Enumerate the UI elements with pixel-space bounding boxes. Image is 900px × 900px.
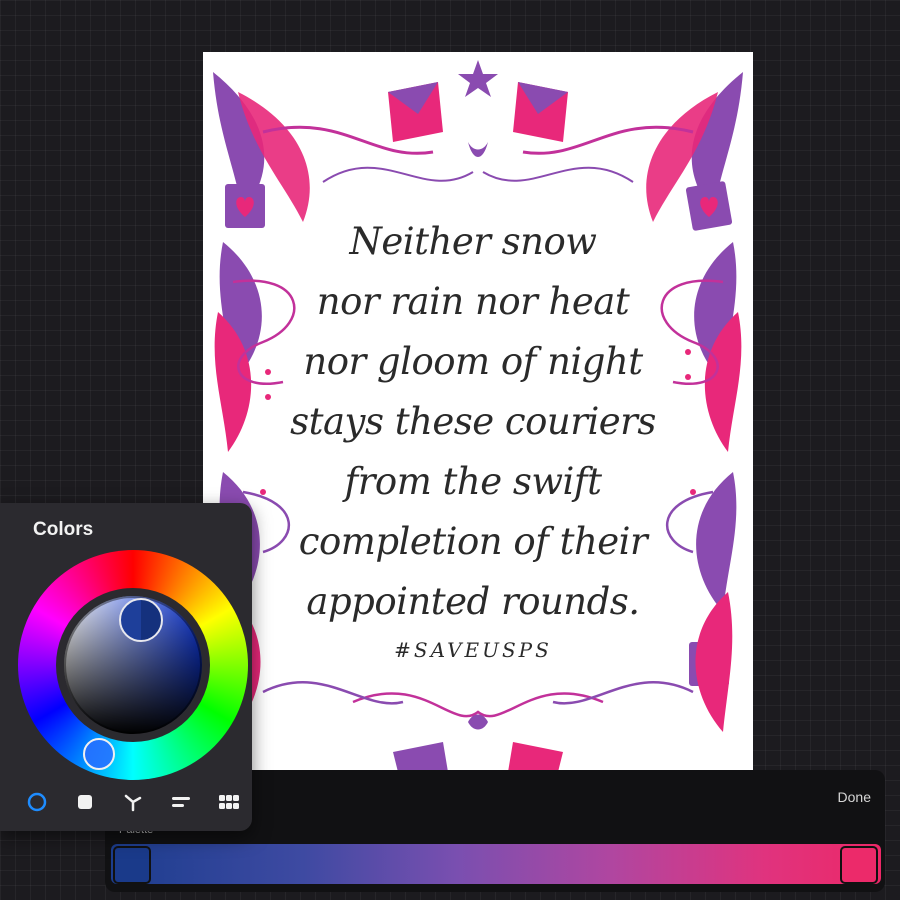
quote-text: Neither snow nor rain nor heat nor gloom… <box>263 212 683 662</box>
tab-value[interactable] <box>166 789 196 815</box>
tab-classic[interactable] <box>70 789 100 815</box>
harmony-icon <box>124 794 142 812</box>
palette-swatch-start[interactable] <box>113 846 151 884</box>
sliders-icon <box>172 797 190 807</box>
palette-swatch-end[interactable] <box>840 846 878 884</box>
quote-line: nor rain nor heat <box>316 280 630 323</box>
gradient-palette-strip[interactable] <box>111 844 881 884</box>
color-picker-knob[interactable] <box>119 598 163 642</box>
quote-line: Neither snow <box>349 220 597 263</box>
tab-harmony[interactable] <box>118 789 148 815</box>
colors-panel-title: Colors <box>33 519 94 540</box>
artwork-canvas[interactable]: Neither snow nor rain nor heat nor gloom… <box>203 52 753 772</box>
tab-palettes[interactable] <box>214 789 244 815</box>
disc-icon <box>27 792 47 812</box>
quote-line: from the swift <box>344 460 602 503</box>
grid-icon <box>219 795 239 809</box>
color-mode-tabs <box>22 789 244 815</box>
hashtag-text: #SAVEUSPS <box>394 638 552 662</box>
quote-line: completion of their <box>298 520 648 563</box>
colors-panel: Colors <box>0 503 252 831</box>
quote-line: stays these couriers <box>290 400 656 443</box>
tab-disc[interactable] <box>22 789 52 815</box>
quote-line: nor gloom of night <box>303 340 643 383</box>
quote-line: appointed rounds. <box>306 580 640 623</box>
hue-picker-knob[interactable] <box>83 738 115 770</box>
square-icon <box>78 795 92 809</box>
done-button[interactable]: Done <box>838 789 871 805</box>
